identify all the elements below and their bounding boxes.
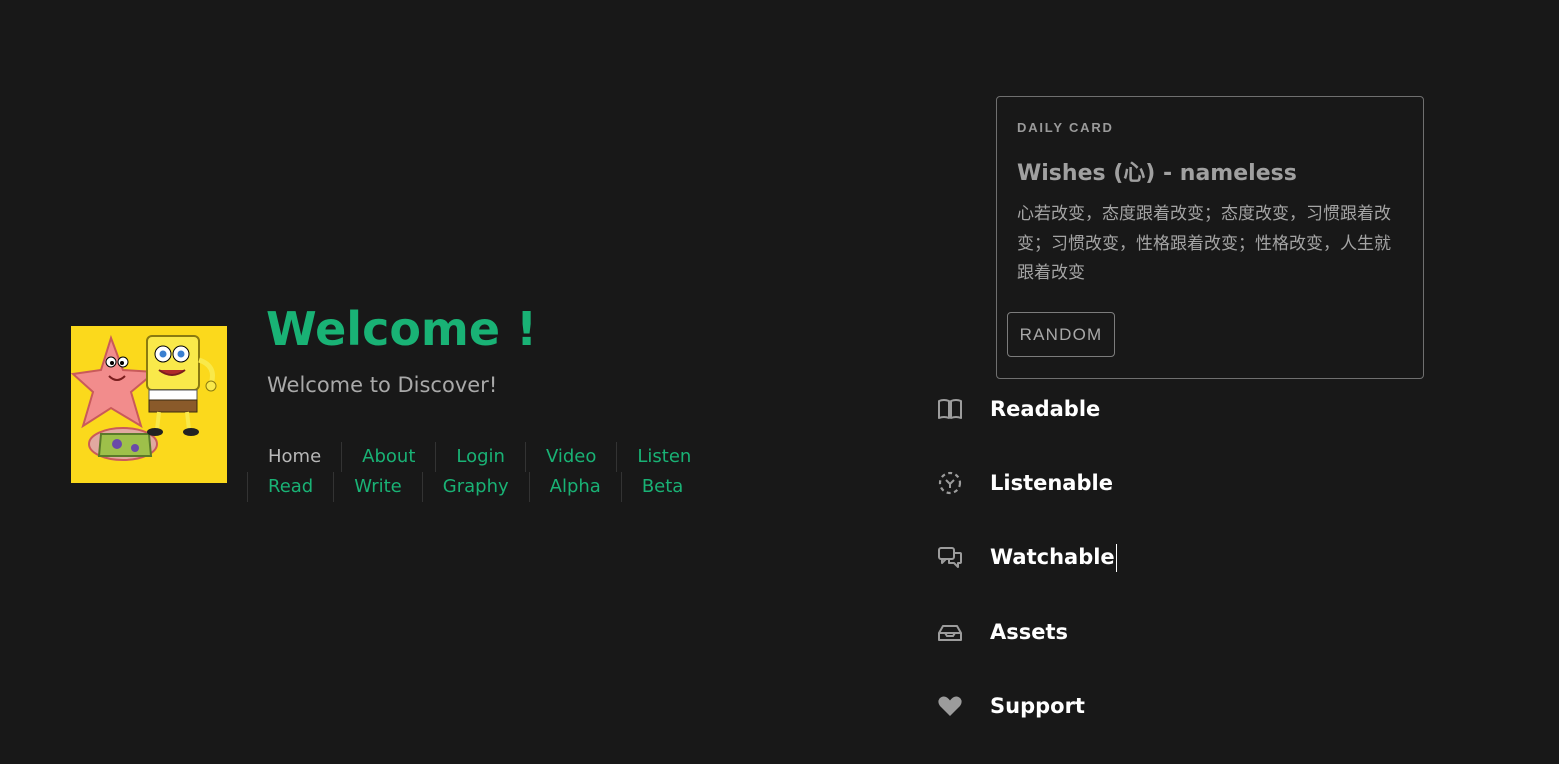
heart-icon [936, 692, 964, 720]
page: Welcome ! Welcome to Discover! Home Abou… [0, 0, 1559, 764]
avatar-illustration [71, 326, 227, 483]
focus-dashed-icon [936, 469, 964, 497]
nav-link-beta[interactable]: Beta [620, 472, 704, 502]
feature-label-listenable: Listenable [990, 471, 1113, 495]
nav-row-primary: Home About Login Video Listen [247, 442, 711, 472]
text-caret [1115, 544, 1117, 572]
nav-link-home[interactable]: Home [247, 442, 341, 472]
feature-label-watchable: Watchable [990, 544, 1117, 572]
nav-link-about[interactable]: About [341, 442, 435, 472]
inbox-tray-icon [936, 618, 964, 646]
avatar [71, 326, 227, 483]
daily-card-quote: 心若改变，态度跟着改变；态度改变，习惯跟着改变；习惯改变，性格跟着改变；性格改变… [1017, 204, 1391, 283]
daily-card-title: Wishes (心) - nameless [1017, 161, 1297, 186]
nav-row-secondary: Read Write Graphy Alpha Beta [247, 472, 703, 502]
feature-label-readable: Readable [990, 397, 1101, 421]
daily-card-label: DAILY CARD [1017, 120, 1114, 135]
daily-card: DAILY CARD Wishes (心) - nameless 心若改变，态度… [996, 96, 1424, 379]
random-button[interactable]: RANDOM [1007, 312, 1115, 357]
nav-link-alpha[interactable]: Alpha [528, 472, 621, 502]
nav-link-graphy[interactable]: Graphy [421, 472, 529, 502]
chat-bubbles-icon [936, 544, 964, 572]
nav-link-video[interactable]: Video [524, 442, 616, 472]
feature-label-support: Support [990, 694, 1085, 718]
book-open-icon [936, 395, 964, 423]
nav-link-listen[interactable]: Listen [616, 442, 711, 472]
feature-listenable[interactable]: Listenable [936, 465, 1113, 501]
nav-link-read[interactable]: Read [247, 472, 333, 502]
feature-readable[interactable]: Readable [936, 391, 1100, 427]
page-subtitle: Welcome to Discover! [267, 373, 498, 397]
nav-link-login[interactable]: Login [435, 442, 525, 472]
feature-support[interactable]: Support [936, 688, 1085, 724]
feature-watchable[interactable]: Watchable [936, 540, 1117, 576]
page-title: Welcome ! [266, 302, 538, 356]
feature-label-assets: Assets [990, 620, 1069, 644]
feature-assets[interactable]: Assets [936, 614, 1068, 650]
nav-link-write[interactable]: Write [333, 472, 422, 502]
